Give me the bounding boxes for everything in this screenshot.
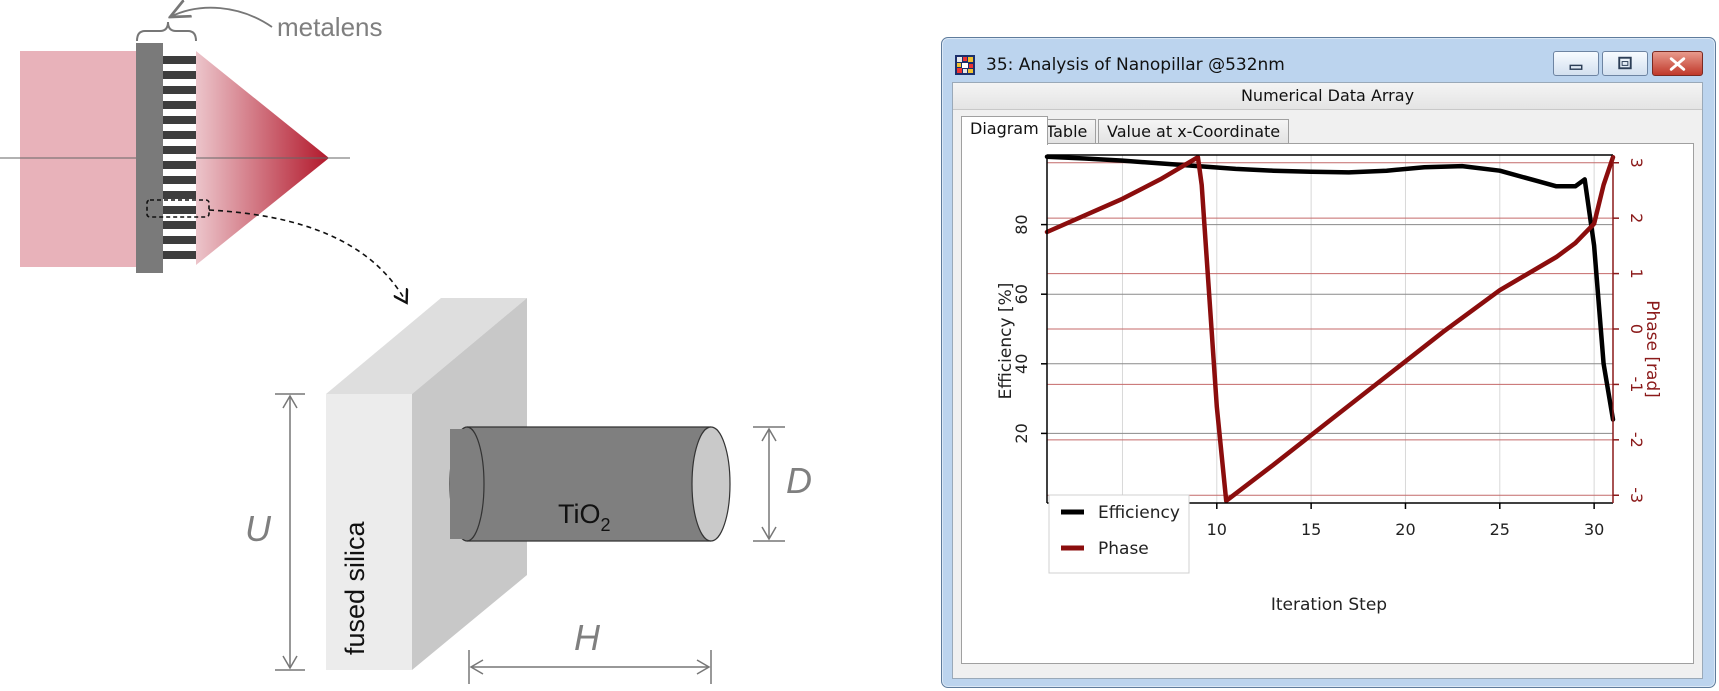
metalens-label: metalens xyxy=(277,12,383,42)
metalens-stripe xyxy=(163,236,196,244)
metalens-stripe xyxy=(163,251,196,259)
metalens-stripe xyxy=(163,221,196,229)
dimension-H-label: H xyxy=(574,617,601,658)
maximize-icon xyxy=(1618,56,1632,70)
subtitle-bar: Numerical Data Array xyxy=(953,83,1702,110)
metalens-stripe xyxy=(163,206,196,214)
dimension-D-label: D xyxy=(786,460,812,501)
x-axis-label: Iteration Step xyxy=(1271,595,1387,615)
left-y-tick-label: 80 xyxy=(1012,214,1031,234)
metalens-stripe xyxy=(163,191,196,199)
right-y-tick-label: -2 xyxy=(1627,432,1646,448)
right-y-tick-label: -3 xyxy=(1627,487,1646,503)
tab-diagram[interactable]: Diagram xyxy=(961,116,1048,145)
metalens-stripe xyxy=(163,71,196,79)
right-y-tick-label: 3 xyxy=(1627,158,1646,168)
x-tick-label: 20 xyxy=(1395,520,1415,539)
dimension-U xyxy=(275,393,305,671)
metalens-substrate xyxy=(136,43,163,273)
nanopillar-back-mask xyxy=(450,429,467,539)
diagram-panel: 5101520253020406080-3-2-10123 Iteration … xyxy=(961,143,1694,664)
window-title: 35: Analysis of Nanopillar @532nm xyxy=(986,55,1285,75)
close-button[interactable] xyxy=(1652,51,1703,76)
metalens-brace xyxy=(136,21,197,42)
chart-grid xyxy=(1047,155,1613,503)
legend-label-phase: Phase xyxy=(1098,539,1149,559)
app-icon xyxy=(955,55,975,75)
right-y-tick-label: 1 xyxy=(1627,268,1646,278)
metalens-stripe xyxy=(163,131,196,139)
x-tick-label: 30 xyxy=(1584,520,1604,539)
metalens-stripe xyxy=(163,56,196,64)
legend-label-efficiency: Efficiency xyxy=(1098,503,1180,523)
metalens-stripe xyxy=(163,161,196,169)
metalens-nanopillar-illustration: metalens fused silica TiO2 U D H xyxy=(0,0,812,684)
incident-beam xyxy=(20,51,136,267)
metalens-stripe xyxy=(163,146,196,154)
minimize-button[interactable] xyxy=(1553,51,1599,76)
metalens-pointer xyxy=(170,8,273,28)
tab-value-at-x-coordinate[interactable]: Value at x-Coordinate xyxy=(1098,119,1290,144)
window-titlebar[interactable]: 35: Analysis of Nanopillar @532nm xyxy=(942,38,1715,78)
metalens-nanostructure-layer xyxy=(163,47,196,263)
dimension-D xyxy=(753,426,785,542)
right-y-axis-label: Phase [rad] xyxy=(1642,300,1662,398)
metalens-stripe xyxy=(163,116,196,124)
efficiency-phase-chart: 5101520253020406080-3-2-10123 Iteration … xyxy=(996,154,1662,615)
dimension-U-label: U xyxy=(245,508,272,549)
metalens-stripe xyxy=(163,101,196,109)
x-tick-label: 10 xyxy=(1207,520,1227,539)
chart-axes: 5101520253020406080-3-2-10123 xyxy=(1012,154,1646,539)
minimize-icon xyxy=(1569,64,1583,70)
x-tick-label: 15 xyxy=(1301,520,1321,539)
close-icon xyxy=(1669,57,1686,71)
analysis-window: 35: Analysis of Nanopillar @532nm Numeri… xyxy=(941,37,1716,688)
substrate-label: fused silica xyxy=(340,520,370,655)
left-y-axis-label: Efficiency [%] xyxy=(996,283,1016,400)
chart-legend: Efficiency Phase xyxy=(1048,494,1190,574)
right-y-tick-label: 2 xyxy=(1627,213,1646,223)
metalens-stripe xyxy=(163,176,196,184)
left-y-tick-label: 20 xyxy=(1012,423,1031,443)
x-tick-label: 25 xyxy=(1490,520,1510,539)
maximize-button[interactable] xyxy=(1602,51,1648,76)
nanopillar-end-face xyxy=(691,426,731,542)
metalens-stripe xyxy=(163,86,196,94)
window-content: Numerical Data Array Diagram Table Value… xyxy=(952,82,1703,679)
